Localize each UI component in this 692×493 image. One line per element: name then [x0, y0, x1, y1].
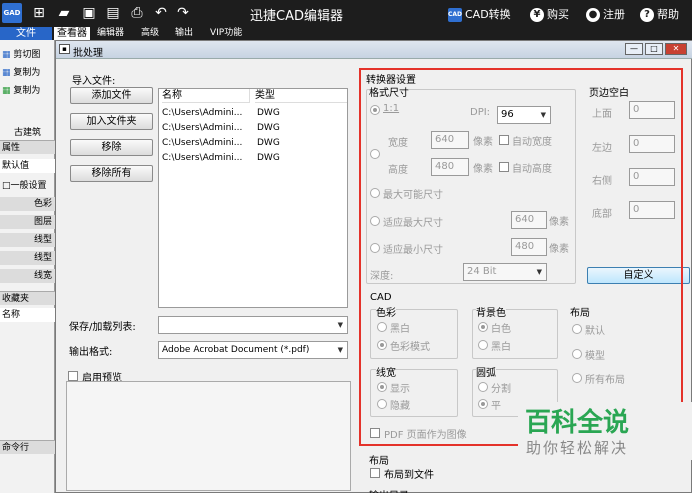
tool-copy2-label: 复制为 — [13, 86, 41, 96]
general-settings[interactable]: □一般设置 — [0, 179, 55, 193]
app-titlebar: GAD ⊞ ▰ ▣ ▤ ⎙ ↶ ↷ 迅捷CAD编辑器 CAD CAD转换 ¥ 购买 … — [0, 0, 692, 27]
col-name-header[interactable]: 名称 — [162, 89, 250, 103]
section-label: 古建筑 — [13, 128, 41, 138]
file-type: DWG — [257, 153, 280, 163]
remove-all-button[interactable]: 移除所有 — [70, 165, 153, 182]
remove-button[interactable]: 移除 — [70, 139, 153, 156]
prop-color: 色彩 — [0, 197, 55, 211]
file-type: DWG — [257, 138, 280, 148]
cad-icon: CAD — [448, 8, 462, 22]
save-icon[interactable]: ▣ — [80, 4, 98, 22]
cad-convert-label: CAD转换 — [465, 8, 511, 21]
app-title: 迅捷CAD编辑器 — [250, 9, 343, 24]
file-list[interactable]: 名称 类型 C:\Users\Admini... DWG C:\Users\Adm… — [158, 88, 348, 308]
minimize-button[interactable]: — — [625, 43, 643, 55]
dialog-title: 批处理 — [73, 48, 103, 59]
tool-copy2[interactable]: ▦ 复制为 — [0, 84, 55, 98]
file-type: DWG — [257, 123, 280, 133]
output-format-select[interactable]: Adobe Acrobat Document (*.pdf) — [158, 341, 348, 359]
help-icon: ? — [640, 8, 654, 22]
copy-as-icon: ▦ — [2, 86, 11, 96]
preview-checkbox[interactable] — [68, 371, 78, 381]
copy-icon: ▦ — [2, 68, 11, 78]
tool-cut[interactable]: ▦ 剪切图 — [0, 48, 55, 62]
help-button[interactable]: ? 帮助 — [640, 6, 679, 22]
layout-to-file-label: 布局到文件 — [384, 470, 434, 481]
yen-icon: ¥ — [530, 8, 544, 22]
tool-copy1[interactable]: ▦ 复制为 — [0, 66, 55, 80]
layout-section-label: 布局 — [369, 456, 389, 467]
prop-linetype-scale: 线型 — [0, 251, 55, 265]
dialog-titlebar: ▪ 批处理 — □ ✕ — [56, 41, 692, 59]
file-row[interactable]: C:\Users\Admini... DWG — [159, 136, 347, 151]
cut-icon: ▦ — [2, 50, 11, 60]
default-value-select[interactable]: 默认值 — [0, 159, 55, 173]
left-panel: ▦ 剪切图 ▦ 复制为 ▦ 复制为 古建筑 属性 默认值 □一般设置 色彩 图层… — [0, 40, 55, 493]
file-row[interactable]: C:\Users\Admini... DWG — [159, 151, 347, 166]
print-icon[interactable]: ⎙ — [128, 4, 146, 22]
tool-copy1-label: 复制为 — [13, 68, 41, 78]
add-folder-button[interactable]: 加入文件夹 — [70, 113, 153, 130]
file-name: C:\Users\Admini... — [162, 153, 243, 163]
import-label: 导入文件: — [72, 76, 116, 87]
dialog-icon: ▪ — [59, 44, 70, 54]
menu-editor[interactable]: 编辑器 — [97, 27, 124, 40]
folder-icon[interactable]: ▰ — [55, 4, 73, 22]
favorites-name-col: 名称 — [0, 308, 55, 322]
add-file-button[interactable]: 添加文件 — [70, 87, 153, 104]
file-name: C:\Users\Admini... — [162, 138, 243, 148]
prop-layer: 图层 — [0, 215, 55, 229]
props-header: 属性 — [0, 140, 55, 154]
help-label: 帮助 — [657, 8, 679, 21]
prop-linetype: 线型 — [0, 233, 55, 247]
app-logo: GAD — [2, 3, 22, 23]
file-name: C:\Users\Admini... — [162, 108, 243, 118]
register-button[interactable]: ● 注册 — [586, 6, 625, 22]
buy-label: 购买 — [547, 8, 569, 21]
tool-cut-label: 剪切图 — [13, 50, 41, 60]
output-format-label: 输出格式: — [69, 347, 113, 358]
preview-area — [66, 381, 351, 491]
output-dir-label: 输出目录 — [369, 487, 409, 493]
highlight-box — [359, 68, 683, 446]
save-list-select[interactable] — [158, 316, 348, 334]
file-row[interactable]: C:\Users\Admini... DWG — [159, 121, 347, 136]
maximize-button[interactable]: □ — [645, 43, 663, 55]
user-icon: ● — [586, 8, 600, 22]
file-type: DWG — [257, 108, 280, 118]
file-row[interactable]: C:\Users\Admini... DWG — [159, 106, 347, 121]
undo-icon[interactable]: ↶ — [152, 4, 170, 22]
menu-viewer[interactable]: 查看器 — [54, 27, 90, 40]
register-label: 注册 — [603, 8, 625, 21]
watermark-subtitle: 助你轻松解决 — [526, 439, 629, 457]
menu-advanced[interactable]: 高级 — [141, 27, 159, 40]
menu-output[interactable]: 输出 — [175, 27, 193, 40]
menu-file[interactable]: 文件 — [0, 27, 52, 40]
file-name: C:\Users\Admini... — [162, 123, 243, 133]
favorites-header: 收藏夹 — [0, 291, 55, 305]
buy-button[interactable]: ¥ 购买 — [530, 6, 569, 22]
redo-icon[interactable]: ↷ — [174, 4, 192, 22]
cad-convert-button[interactable]: CAD CAD转换 — [448, 6, 511, 22]
layout-to-file-checkbox[interactable] — [370, 468, 380, 478]
menu-vip[interactable]: VIP功能 — [210, 27, 242, 40]
watermark-title: 百科全说 — [525, 408, 630, 438]
command-line-header: 命令行 — [0, 440, 55, 454]
prop-lineweight: 线宽 — [0, 269, 55, 283]
add-icon[interactable]: ⊞ — [30, 4, 48, 22]
save-list-label: 保存/加载列表: — [69, 322, 136, 333]
close-button[interactable]: ✕ — [665, 43, 687, 55]
col-type-header[interactable]: 类型 — [255, 89, 347, 103]
save-as-icon[interactable]: ▤ — [104, 4, 122, 22]
